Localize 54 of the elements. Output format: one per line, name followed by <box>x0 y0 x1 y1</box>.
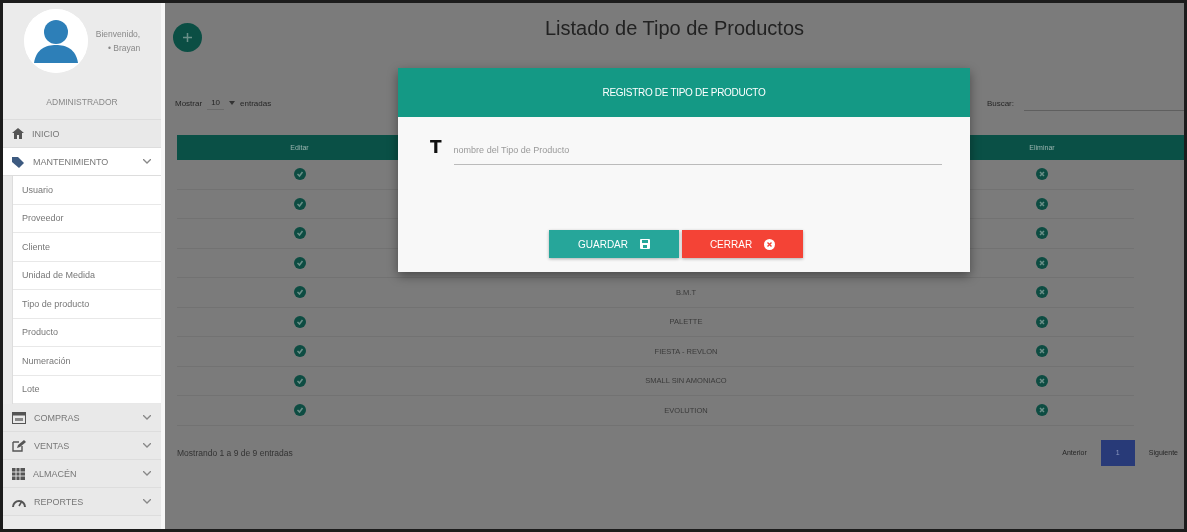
edit-icon <box>12 439 26 452</box>
check-circle-icon[interactable] <box>293 404 306 417</box>
check-circle-icon[interactable] <box>293 168 306 181</box>
name-input[interactable]: nombre del Tipo de Producto <box>453 137 942 165</box>
entries-select[interactable]: 10 <box>207 96 225 110</box>
check-circle-icon[interactable] <box>293 374 306 387</box>
submenu-item[interactable]: Producto <box>13 318 161 347</box>
welcome-text: Bienvenido, <box>95 29 141 39</box>
submenu-item[interactable]: Numeración <box>13 347 161 376</box>
menu-item[interactable]: MANTENIMIENTO <box>3 148 161 176</box>
submenu-item[interactable]: Usuario <box>13 176 161 205</box>
remove-circle-icon[interactable] <box>1036 168 1048 181</box>
remove-circle-icon[interactable] <box>1036 197 1048 210</box>
submenu-item[interactable]: Unidad de Medida <box>13 261 161 290</box>
table-info: Mostrando 1 a 9 de 9 entradas <box>177 447 293 458</box>
remove-circle-icon[interactable] <box>1036 256 1048 269</box>
close-icon <box>764 238 776 250</box>
caret-icon <box>229 101 236 105</box>
check-circle-icon[interactable] <box>293 286 306 299</box>
length-suffix: entradas <box>240 98 272 108</box>
chevron-down-icon <box>143 159 151 164</box>
calendar-icon <box>12 411 26 424</box>
chevron-down-icon <box>143 499 151 504</box>
modal-header: REGISTRO DE TIPO DE PRODUCTO <box>398 68 970 117</box>
remove-circle-icon[interactable] <box>1036 345 1048 358</box>
user-role: ADMINISTRADOR <box>46 97 118 107</box>
home-icon <box>12 128 24 139</box>
remove-circle-icon[interactable] <box>1036 404 1048 417</box>
check-circle-icon[interactable] <box>293 315 306 328</box>
save-button[interactable]: GUARDAR <box>549 230 679 258</box>
page-title: Listado de Tipo de Productos <box>544 17 805 39</box>
check-circle-icon[interactable] <box>293 256 306 269</box>
text-field-icon: T <box>430 137 442 157</box>
chevron-down-icon <box>143 415 151 420</box>
search-label: Buscar: <box>986 98 1014 108</box>
chevron-down-icon <box>143 471 151 476</box>
remove-circle-icon[interactable] <box>1036 374 1048 387</box>
check-circle-icon[interactable] <box>293 227 306 240</box>
remove-circle-icon[interactable] <box>1036 286 1048 299</box>
submenu-item[interactable]: Cliente <box>13 233 161 262</box>
user-name: • Brayan <box>107 43 141 53</box>
remove-circle-icon[interactable] <box>1036 315 1048 328</box>
tag-icon <box>12 155 25 168</box>
grid-icon <box>12 467 25 480</box>
chevron-down-icon <box>143 443 151 448</box>
submenu-item[interactable]: Proveedor <box>13 204 161 233</box>
add-button[interactable] <box>173 22 202 52</box>
close-button[interactable]: CERRAR <box>682 230 803 258</box>
remove-circle-icon[interactable] <box>1036 227 1048 240</box>
submenu-item[interactable]: Tipo de producto <box>13 290 161 319</box>
save-icon <box>640 239 650 249</box>
length-label: Mostrar <box>175 98 203 108</box>
check-circle-icon[interactable] <box>293 197 306 210</box>
check-circle-icon[interactable] <box>293 345 306 358</box>
